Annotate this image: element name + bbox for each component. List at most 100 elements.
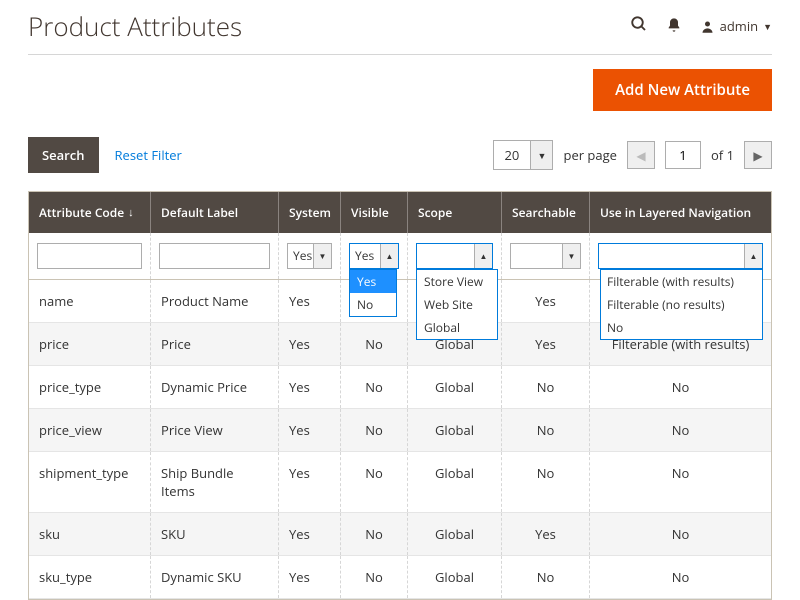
cell-scope: Global <box>408 513 502 555</box>
dropdown-option[interactable]: Global <box>417 316 497 339</box>
cell-label: Dynamic SKU <box>151 556 279 598</box>
cell-system: Yes <box>279 409 341 451</box>
cell-label: Ship Bundle Items <box>151 452 279 512</box>
cell-visible: No <box>341 556 408 598</box>
filter-visible-dropdown: Yes No <box>349 269 397 317</box>
dropdown-option[interactable]: No <box>601 316 762 339</box>
cell-layered: No <box>590 452 771 512</box>
cell-code: price <box>29 323 151 365</box>
filter-visible-value: Yes <box>350 244 380 268</box>
attributes-grid: Attribute Code↓ Default Label System Vis… <box>28 191 772 600</box>
filter-scope-select[interactable]: ▲ Store View Web Site Global <box>416 243 493 269</box>
cell-code: sku <box>29 513 151 555</box>
cell-visible: No <box>341 409 408 451</box>
chevron-up-icon: ▲ <box>474 244 492 268</box>
column-header-system[interactable]: System <box>279 192 341 233</box>
cell-scope: Global <box>408 366 502 408</box>
column-header-scope[interactable]: Scope <box>408 192 502 233</box>
cell-label: Price View <box>151 409 279 451</box>
filter-scope-value <box>417 244 474 268</box>
cell-system: Yes <box>279 280 341 322</box>
cell-layered: No <box>590 409 771 451</box>
filter-system-value: Yes <box>288 244 313 268</box>
search-icon[interactable] <box>630 15 648 38</box>
reset-filter-link[interactable]: Reset Filter <box>115 146 182 164</box>
cell-layered: No <box>590 513 771 555</box>
cell-system: Yes <box>279 556 341 598</box>
cell-searchable: No <box>502 409 590 451</box>
dropdown-option[interactable]: Filterable (with results) <box>601 270 762 293</box>
page-title: Product Attributes <box>28 8 242 44</box>
table-row[interactable]: price_typeDynamic PriceYesNoGlobalNoNo <box>29 366 771 409</box>
cell-code: price_view <box>29 409 151 451</box>
dropdown-option[interactable]: Web Site <box>417 293 497 316</box>
cell-system: Yes <box>279 323 341 365</box>
dropdown-option[interactable]: Store View <box>417 270 497 293</box>
current-page-input[interactable] <box>665 141 701 169</box>
account-menu[interactable]: admin ▼ <box>700 17 772 35</box>
cell-system: Yes <box>279 452 341 512</box>
table-row[interactable]: shipment_typeShip Bundle ItemsYesNoGloba… <box>29 452 771 513</box>
cell-label: Price <box>151 323 279 365</box>
page-size-select[interactable]: 20 ▼ <box>493 140 553 170</box>
filter-searchable-value <box>511 244 562 268</box>
next-page-button[interactable]: ▶ <box>744 141 772 169</box>
chevron-up-icon: ▲ <box>380 244 398 268</box>
chevron-down-icon: ▼ <box>530 141 552 169</box>
dropdown-option[interactable]: Filterable (no results) <box>601 293 762 316</box>
column-header-visible[interactable]: Visible <box>341 192 408 233</box>
cell-layered: No <box>590 556 771 598</box>
filter-visible-select[interactable]: Yes ▲ Yes No <box>349 243 399 269</box>
cell-visible: No <box>341 452 408 512</box>
admin-username: admin <box>720 17 758 35</box>
filter-code-input[interactable] <box>37 243 142 269</box>
dropdown-option[interactable]: No <box>350 293 396 316</box>
column-header-layered[interactable]: Use in Layered Navigation <box>590 192 771 233</box>
cell-layered: No <box>590 366 771 408</box>
cell-scope: Global <box>408 409 502 451</box>
table-row[interactable]: price_viewPrice ViewYesNoGlobalNoNo <box>29 409 771 452</box>
cell-label: SKU <box>151 513 279 555</box>
cell-searchable: No <box>502 366 590 408</box>
cell-label: Dynamic Price <box>151 366 279 408</box>
filter-searchable-select[interactable]: ▼ <box>510 243 581 269</box>
add-new-attribute-button[interactable]: Add New Attribute <box>593 69 772 111</box>
chevron-down-icon: ▼ <box>763 20 772 33</box>
page-total-label: of 1 <box>711 146 734 164</box>
cell-code: price_type <box>29 366 151 408</box>
cell-visible: No <box>341 366 408 408</box>
prev-page-button[interactable]: ◀ <box>627 141 655 169</box>
cell-code: name <box>29 280 151 322</box>
filter-layered-dropdown: Filterable (with results) Filterable (no… <box>600 269 763 340</box>
page-size-value: 20 <box>494 141 530 169</box>
filter-scope-dropdown: Store View Web Site Global <box>416 269 498 340</box>
chevron-up-icon: ▲ <box>744 244 762 268</box>
search-button[interactable]: Search <box>28 137 99 173</box>
column-header-label[interactable]: Default Label <box>151 192 279 233</box>
cell-searchable: Yes <box>502 323 590 365</box>
user-icon <box>700 19 715 34</box>
cell-searchable: Yes <box>502 513 590 555</box>
cell-code: shipment_type <box>29 452 151 512</box>
column-header-code[interactable]: Attribute Code↓ <box>29 192 151 233</box>
per-page-label: per page <box>563 146 616 164</box>
filter-layered-value <box>599 244 744 268</box>
dropdown-option[interactable]: Yes <box>350 270 396 293</box>
cell-system: Yes <box>279 513 341 555</box>
table-row[interactable]: skuSKUYesNoGlobalYesNo <box>29 513 771 556</box>
filter-label-input[interactable] <box>159 243 270 269</box>
cell-visible: No <box>341 513 408 555</box>
cell-system: Yes <box>279 366 341 408</box>
filter-layered-select[interactable]: ▲ Filterable (with results) Filterable (… <box>598 243 763 269</box>
cell-visible: No <box>341 323 408 365</box>
notifications-icon[interactable] <box>666 15 682 38</box>
sort-desc-icon: ↓ <box>128 205 134 220</box>
cell-scope: Global <box>408 556 502 598</box>
cell-searchable: No <box>502 452 590 512</box>
column-header-searchable[interactable]: Searchable <box>502 192 590 233</box>
cell-searchable: No <box>502 556 590 598</box>
chevron-down-icon: ▼ <box>313 244 331 268</box>
filter-system-select[interactable]: Yes ▼ <box>287 243 332 269</box>
table-row[interactable]: sku_typeDynamic SKUYesNoGlobalNoNo <box>29 556 771 599</box>
cell-code: sku_type <box>29 556 151 598</box>
